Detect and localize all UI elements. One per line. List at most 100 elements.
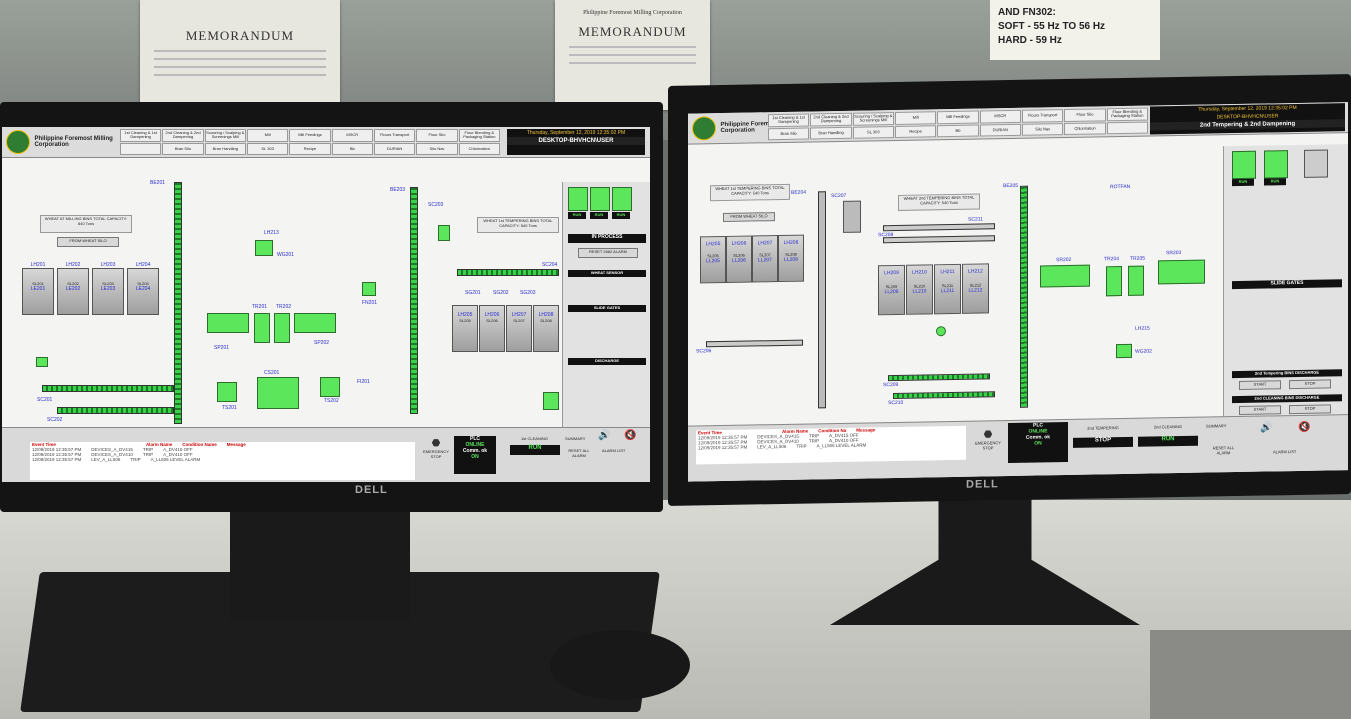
left-run-button[interactable]: RUN xyxy=(510,445,560,455)
feeder-icon[interactable] xyxy=(36,357,48,367)
nav-mill-feedings[interactable]: Mill Feedings xyxy=(289,129,331,142)
feeder-icon[interactable] xyxy=(936,326,946,337)
separator-sr202[interactable] xyxy=(1040,264,1090,288)
nav-durian[interactable]: DURIAN xyxy=(373,142,416,155)
from-silo-button[interactable]: FROM WHEAT SILO xyxy=(57,237,119,247)
left-emergency-stop[interactable]: ⬣ EMERGENCY STOP xyxy=(422,438,450,478)
bin-lh207-left[interactable]: LH207 SL207 xyxy=(506,305,532,352)
bin-lh207[interactable]: LH207 SL207 LL207 xyxy=(752,235,778,283)
elevator-be203[interactable] xyxy=(410,187,418,414)
conveyor-sc201[interactable] xyxy=(42,385,174,392)
elevator-be204[interactable] xyxy=(818,191,826,409)
ts202-unit[interactable] xyxy=(320,377,340,397)
right-alarm-list[interactable]: ALARM LIST xyxy=(1273,449,1296,454)
panel-run-3[interactable]: RUN xyxy=(612,212,630,219)
nav-chlorination[interactable]: Chlorination xyxy=(1064,121,1106,136)
nav-mscr[interactable]: MSCR xyxy=(331,129,373,142)
nav-flour-silo[interactable]: Flour Silo xyxy=(1064,108,1106,122)
discharge-tempering-start[interactable]: START xyxy=(1239,380,1281,390)
nav-silo-nav[interactable]: Silo Nav xyxy=(416,142,458,155)
nav-flour-blending[interactable]: Flour Blending & Packaging Station xyxy=(1106,107,1148,121)
bin-lh203[interactable]: LH203 SL203 LE203 xyxy=(92,262,124,315)
bin-lh206[interactable]: LH206 SL206 LL206 xyxy=(726,235,752,283)
nav-sl303[interactable]: SL 303 xyxy=(246,142,289,155)
discharge-cleaning-start[interactable]: START xyxy=(1239,405,1281,415)
separator-sr203[interactable] xyxy=(1158,259,1205,285)
nav-flours-transport[interactable]: Flours Transport xyxy=(373,129,416,142)
ts201-unit[interactable] xyxy=(217,382,237,402)
mute-icon[interactable]: 🔇 xyxy=(1298,422,1310,433)
tr201-unit[interactable] xyxy=(254,313,270,343)
bin-lh208-left[interactable]: LH208 SL208 xyxy=(533,305,559,352)
fan-fn201[interactable] xyxy=(362,282,376,296)
mouse[interactable] xyxy=(550,630,690,700)
nav-bran-handling[interactable]: Bran Handling xyxy=(810,126,852,140)
nav-2nd-cleaning[interactable]: 2nd Cleaning & 2nd Dampening xyxy=(162,129,204,142)
hopper-lh215[interactable] xyxy=(1116,343,1132,359)
left-summary[interactable]: SUMMARY xyxy=(565,436,585,441)
mute-icon[interactable]: 🔇 xyxy=(624,430,636,441)
conveyor-sc208[interactable] xyxy=(883,235,995,244)
panel-run-1[interactable]: RUN xyxy=(568,212,586,219)
hopper-lh213[interactable] xyxy=(255,240,273,256)
discharge-unit[interactable] xyxy=(543,392,559,410)
tr205-unit[interactable] xyxy=(1128,265,1144,296)
nav-scouring[interactable]: Scouring / Scalping & Screenings Mill xyxy=(852,112,894,126)
nav-1st-cleaning[interactable]: 1st Cleaning & 1st Dampening xyxy=(120,129,162,142)
nav-silo-nav[interactable]: Silo Nav xyxy=(1021,122,1064,136)
left-alarm-list[interactable]: ALARM LIST xyxy=(602,448,625,453)
bin-lh210[interactable]: LH210 SL210 LL210 xyxy=(906,264,933,315)
elevator-be205[interactable] xyxy=(1020,185,1028,408)
bin-lh211[interactable]: LH211 SL211 LL211 xyxy=(934,263,961,315)
conveyor-sc209[interactable] xyxy=(888,373,990,382)
nav-2nd-cleaning[interactable]: 2nd Cleaning & 2nd Dampening xyxy=(810,112,852,126)
conveyor-sc211[interactable] xyxy=(883,223,995,232)
nav-scouring[interactable]: Scouring / Scalping & Screenings Mill xyxy=(204,129,246,142)
nav-mill-feedings[interactable]: Mill Feedings xyxy=(937,110,979,124)
nav-bran-silo[interactable]: Bran Silo xyxy=(162,142,204,155)
right-emergency-stop[interactable]: ⬣ EMERGENCY STOP xyxy=(973,429,1003,470)
nav-flour-silo[interactable]: Flour Silo xyxy=(416,129,458,142)
left-reset-all-alarm[interactable]: RESET ALL ALARM xyxy=(565,448,593,458)
nav-mill[interactable]: Mill xyxy=(894,111,937,125)
nav-sl303[interactable]: SL 303 xyxy=(852,125,894,139)
bin-lh208[interactable]: LH208 SL208 LL208 xyxy=(778,234,804,283)
tr204-unit[interactable] xyxy=(1106,266,1122,297)
bin-lh205[interactable]: LH205 SL205 LL205 xyxy=(700,235,726,284)
discharge-cleaning-stop[interactable]: STOP xyxy=(1289,404,1331,415)
panel-unit-2[interactable] xyxy=(590,187,610,211)
cyclone-sc207[interactable] xyxy=(843,200,861,233)
panel-run-2[interactable]: RUN xyxy=(590,212,608,219)
nav-mscr[interactable]: MSCR xyxy=(979,109,1021,124)
nav-blank[interactable] xyxy=(120,142,162,155)
panel-unit-3[interactable] xyxy=(1304,149,1328,178)
bin-lh204[interactable]: LH204 SL204 LE204 xyxy=(127,262,159,315)
nav-bb[interactable]: Bb xyxy=(331,142,373,155)
bin-lh209[interactable]: LH209 SL209 LL209 xyxy=(878,264,905,316)
tr202-unit[interactable] xyxy=(274,313,290,343)
right-stop-button[interactable]: STOP xyxy=(1073,436,1133,448)
bin-lh206-left[interactable]: LH206 SL206 xyxy=(479,305,505,352)
panel-run-2[interactable]: RUN xyxy=(1264,178,1286,186)
nav-flours-transport[interactable]: Flours Transport xyxy=(1021,109,1064,123)
alarm-row[interactable]: 12/09/2019 12:35:57 PM LEV_A_LL506 TRIP A_L… xyxy=(30,457,415,462)
panel-unit-3[interactable] xyxy=(612,187,632,211)
nav-blank[interactable] xyxy=(1106,121,1148,135)
bin-lh212[interactable]: LH212 SL212 LL212 xyxy=(962,263,989,314)
nav-1st-cleaning[interactable]: 1st Cleaning & 1st Dampening xyxy=(768,113,810,127)
nav-recipe[interactable]: Recipe xyxy=(894,124,937,138)
nav-bran-silo[interactable]: Bran Silo xyxy=(768,126,810,141)
conveyor-sc204[interactable] xyxy=(457,269,559,276)
right-summary[interactable]: SUMMARY xyxy=(1206,423,1226,428)
elevator-be201[interactable] xyxy=(174,182,182,424)
nav-mill[interactable]: Mill xyxy=(246,129,289,142)
bin-lh202[interactable]: LH202 SL202 LE202 xyxy=(57,262,89,315)
cyclone-sc203[interactable] xyxy=(438,225,450,241)
nav-chlorination[interactable]: Chlorination xyxy=(458,142,500,155)
speaker-icon[interactable]: 🔊 xyxy=(598,430,610,441)
nav-durian[interactable]: DURIAN xyxy=(979,123,1021,137)
panel-unit-1[interactable] xyxy=(1232,150,1256,180)
conveyor-sc206[interactable] xyxy=(706,339,803,348)
cs201-unit[interactable] xyxy=(257,377,299,409)
panel-unit-2[interactable] xyxy=(1264,150,1288,179)
